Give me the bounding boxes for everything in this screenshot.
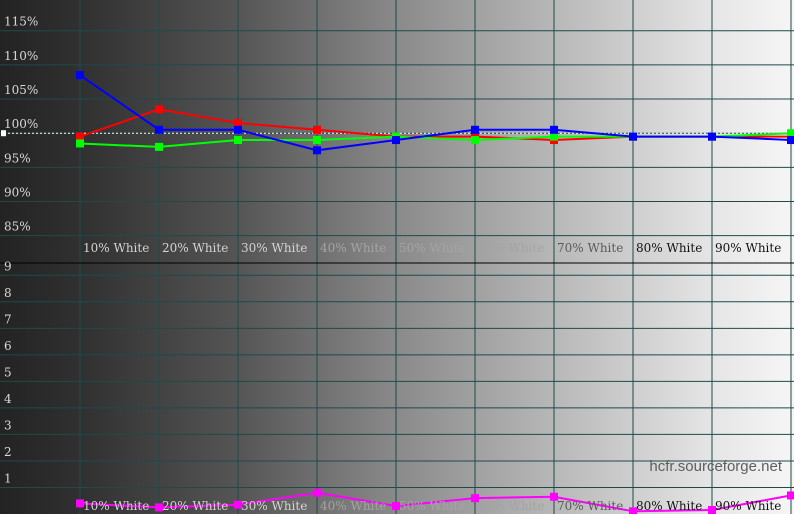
data-point: [708, 132, 716, 141]
data-point: [313, 136, 321, 145]
x-category-label: 50% White: [399, 499, 465, 513]
y-tick-label: 100%: [4, 117, 38, 131]
y-tick-label: 5: [4, 365, 12, 379]
data-point: [787, 129, 794, 138]
x-category-label: 60% White: [478, 499, 544, 513]
x-category-label: 20% White: [162, 499, 228, 513]
x-category-label: 60% White: [478, 241, 544, 255]
x-category-label: 90% White: [715, 241, 781, 255]
x-category-label: 90% White: [715, 499, 781, 513]
data-point: [787, 136, 794, 145]
data-point: [76, 132, 84, 141]
y-tick-label: 3: [4, 418, 12, 432]
watermark: hcfr.sourceforge.net: [649, 458, 782, 475]
data-point: [76, 139, 84, 148]
data-point: [313, 488, 321, 497]
data-point: [550, 125, 558, 134]
y-tick-label: 9: [4, 259, 12, 273]
data-point: [155, 105, 163, 114]
data-point: [234, 125, 242, 134]
y-tick-label: 6: [4, 339, 12, 353]
data-point: [234, 136, 242, 145]
x-category-label: 40% White: [320, 241, 386, 255]
x-category-label: 30% White: [241, 499, 307, 513]
hcfr-chart: 115% 110% 105% 100% 95% 90% 85% 9 8 7 6 5 4 3 2 1 10% W…: [0, 0, 794, 514]
y-tick-label: 7: [4, 312, 12, 326]
data-point: [550, 132, 558, 141]
x-category-label: 70% White: [557, 241, 623, 255]
data-point: [155, 142, 163, 151]
chart-svg: 115% 110% 105% 100% 95% 90% 85% 9 8 7 6 5 4 3 2 1 10% W…: [0, 0, 794, 514]
y-tick-label: 1: [4, 471, 12, 485]
y-tick-label: 85%: [4, 220, 31, 234]
data-point: [313, 146, 321, 155]
x-category-label: 80% White: [636, 241, 702, 255]
data-point: [76, 71, 84, 80]
x-category-label: 80% White: [636, 499, 702, 513]
y-tick-label: 90%: [4, 186, 31, 200]
y-tick-label: 8: [4, 286, 12, 300]
x-category-label: 70% White: [557, 499, 623, 513]
plot-background: [0, 0, 794, 514]
x-category-label: 50% White: [399, 241, 465, 255]
data-point: [313, 125, 321, 134]
data-point: [629, 132, 637, 141]
data-point: [787, 491, 794, 500]
data-point: [155, 125, 163, 134]
y-tick-label: 110%: [4, 49, 38, 63]
x-category-label: 10% White: [83, 241, 149, 255]
y-tick-label: 2: [4, 445, 12, 459]
data-point: [234, 118, 242, 127]
x-category-label: 30% White: [241, 241, 307, 255]
x-category-label: 10% White: [83, 499, 149, 513]
data-point: [471, 125, 479, 134]
y-tick-label: 105%: [4, 83, 38, 97]
y-tick-label: 4: [4, 392, 12, 406]
x-category-label: 20% White: [162, 241, 228, 255]
y-tick-label: 95%: [4, 151, 31, 165]
y-tick-label: 115%: [4, 15, 38, 29]
x-category-label: 40% White: [320, 499, 386, 513]
data-point: [392, 136, 400, 145]
data-point: [471, 136, 479, 145]
